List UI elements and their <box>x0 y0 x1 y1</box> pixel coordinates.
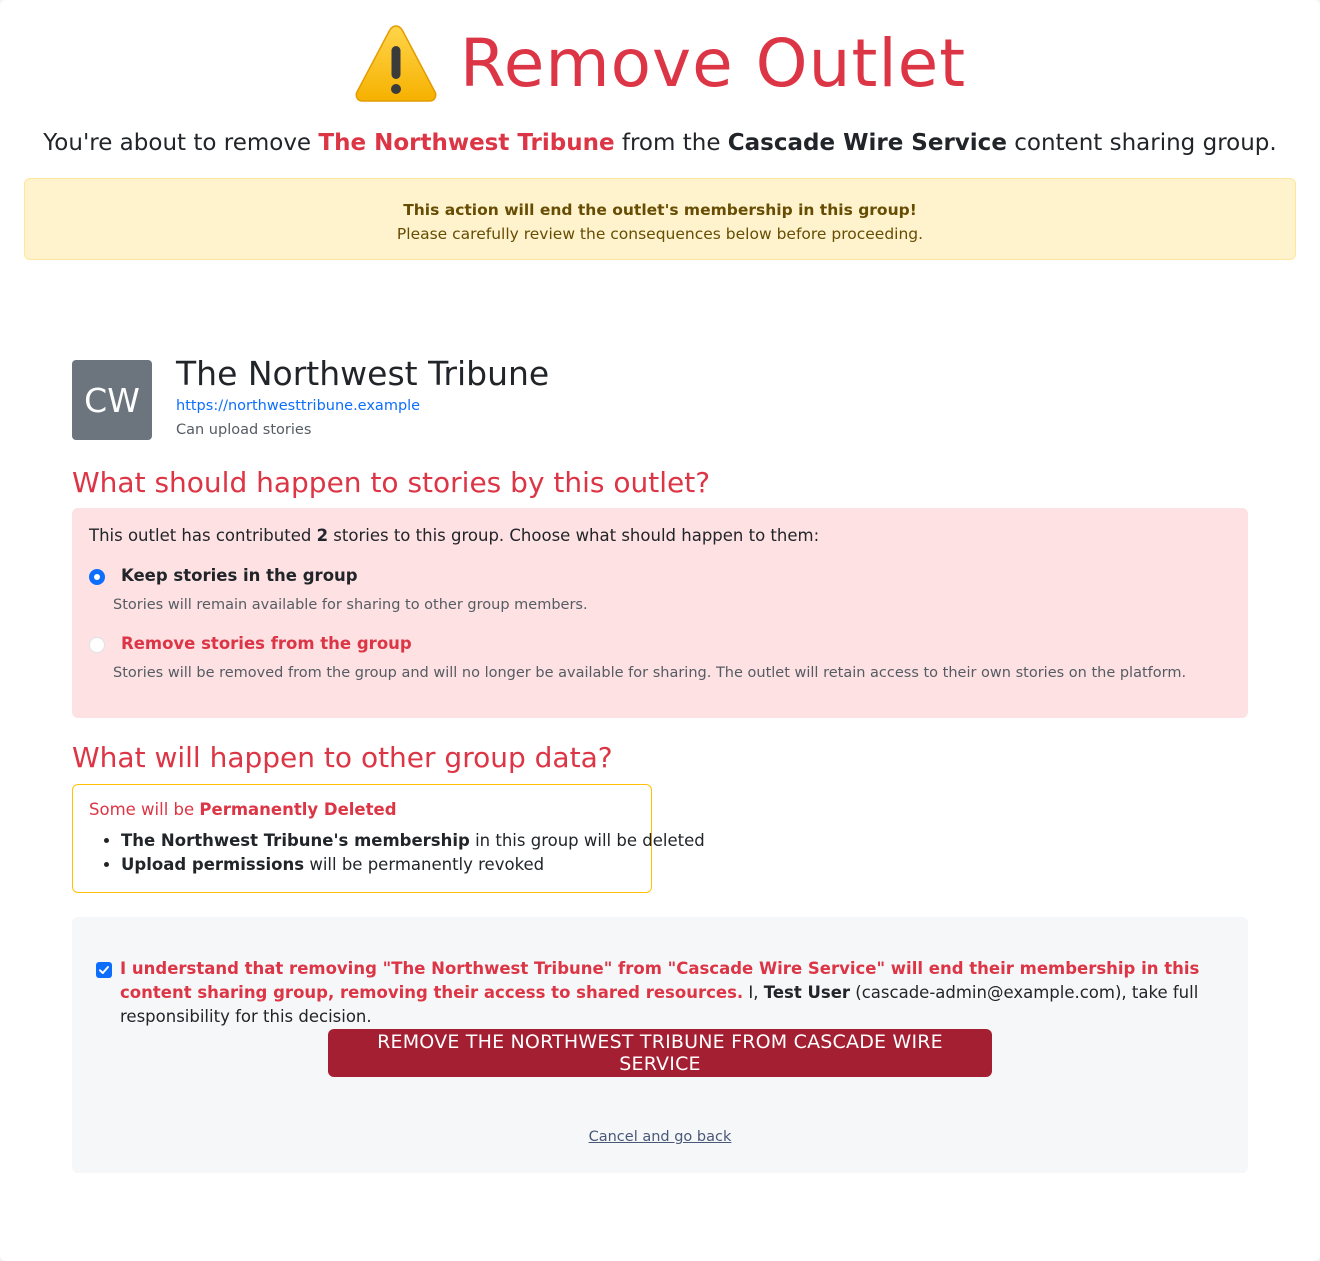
warning-alert: This action will end the outlet's member… <box>24 178 1296 260</box>
remove-stories-description: Stories will be removed from the group a… <box>113 665 1187 681</box>
stories-heading: What should happen to stories by this ou… <box>72 466 711 499</box>
confirm-checkbox[interactable] <box>96 962 112 978</box>
subtitle-middle: from the <box>614 130 728 156</box>
warning-icon <box>355 25 437 102</box>
group-data-lead-prefix: Some will be <box>89 800 200 819</box>
remove-stories-radio[interactable] <box>89 637 105 653</box>
list-item: The Northwest Tribune's membership in th… <box>121 829 705 853</box>
group-data-lead-strong: Permanently Deleted <box>199 800 397 819</box>
checkmark-icon <box>99 966 109 974</box>
warning-alert-headline: This action will end the outlet's member… <box>403 201 917 219</box>
page-subtitle: You're about to remove The Northwest Tri… <box>0 130 1320 156</box>
remove-outlet-button[interactable]: REMOVE THE NORTHWEST TRIBUNE FROM CASCAD… <box>328 1029 992 1077</box>
outlet-avatar: CW <box>72 360 152 440</box>
outlet-permission: Can upload stories <box>176 422 312 438</box>
keep-stories-description: Stories will remain available for sharin… <box>113 597 588 613</box>
list-item-strong: Upload permissions <box>121 855 305 874</box>
subtitle-suffix: content sharing group. <box>1006 130 1277 156</box>
subtitle-group-name: Cascade Wire Service <box>727 130 1007 156</box>
stories-options-panel: This outlet has contributed 2 stories to… <box>72 508 1248 718</box>
group-data-heading: What will happen to other group data? <box>72 741 613 774</box>
outlet-url-link[interactable]: https://northwesttribune.example <box>176 398 420 414</box>
subtitle-prefix: You're about to remove <box>43 130 319 156</box>
group-data-lead: Some will be Permanently Deleted <box>89 800 397 819</box>
confirm-user-name: Test User <box>763 983 851 1002</box>
list-item-text: in this group will be deleted <box>469 831 705 850</box>
list-item-text: will be permanently revoked <box>304 855 545 874</box>
cancel-link[interactable]: Cancel and go back <box>72 1129 1248 1145</box>
outlet-name: The Northwest Tribune <box>176 354 550 393</box>
keep-stories-radio[interactable] <box>89 569 105 585</box>
page-title: Remove Outlet <box>459 25 967 102</box>
stories-intro-suffix: stories to this group. Choose what shoul… <box>328 526 820 545</box>
stories-intro: This outlet has contributed 2 stories to… <box>89 526 819 545</box>
stories-intro-prefix: This outlet has contributed <box>89 526 317 545</box>
keep-stories-label[interactable]: Keep stories in the group <box>121 566 358 585</box>
confirm-label[interactable]: I understand that removing "The Northwes… <box>120 957 1200 1029</box>
group-data-panel: Some will be Permanently Deleted The Nor… <box>72 784 705 893</box>
confirm-mid-text: I, <box>743 983 764 1002</box>
list-item: Upload permissions will be permanently r… <box>121 853 705 877</box>
list-item-strong: The Northwest Tribune's membership <box>121 831 470 850</box>
remove-stories-label[interactable]: Remove stories from the group <box>121 634 412 653</box>
page: Remove Outlet You're about to remove The… <box>0 0 1320 1261</box>
page-header: Remove Outlet <box>0 22 1320 106</box>
stories-count: 2 <box>316 526 329 545</box>
subtitle-outlet-name: The Northwest Tribune <box>318 130 615 156</box>
confirmation-panel: I understand that removing "The Northwes… <box>72 917 1248 1173</box>
group-data-list: The Northwest Tribune's membership in th… <box>89 829 705 877</box>
warning-alert-body: Please carefully review the consequences… <box>396 225 924 243</box>
